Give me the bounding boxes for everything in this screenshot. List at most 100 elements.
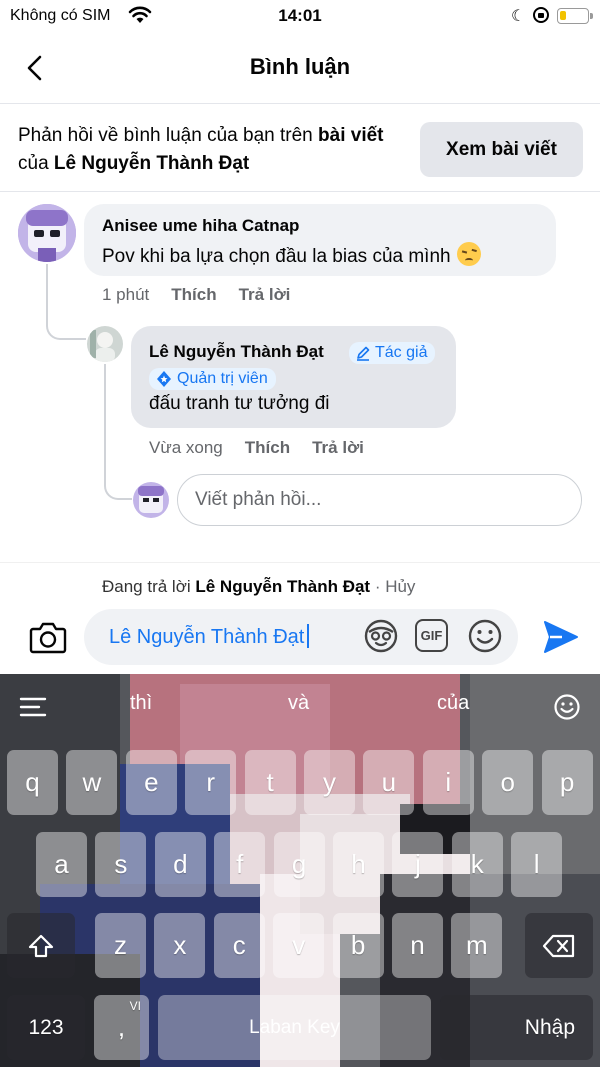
comment-text: Pov khi ba lựa chọn đầu la bias của mình xyxy=(102,242,481,268)
space-key[interactable]: Laban Key xyxy=(158,995,431,1060)
battery-icon xyxy=(557,8,593,24)
banner-of: của xyxy=(18,153,54,174)
reply-input[interactable]: Viết phản hồi... xyxy=(177,474,582,526)
menu-icon[interactable] xyxy=(19,696,47,718)
comment-text-content: Pov khi ba lựa chọn đầu la bias của mình xyxy=(102,246,451,267)
comma-key[interactable]: , VI xyxy=(94,995,149,1060)
key-o[interactable]: o xyxy=(482,750,534,815)
avatar[interactable] xyxy=(87,326,123,362)
author-badge: Tác giả xyxy=(349,342,436,364)
key-r[interactable]: r xyxy=(185,750,237,815)
avatar-image xyxy=(87,326,123,362)
emoji-keyboard-icon[interactable] xyxy=(553,693,581,721)
avatar-image xyxy=(133,482,169,518)
gif-label: GIF xyxy=(420,628,443,643)
camera-icon[interactable] xyxy=(29,620,67,654)
replying-separator: · xyxy=(370,577,386,596)
enter-key[interactable]: Nhập xyxy=(440,995,593,1060)
header: Bình luận xyxy=(0,34,600,104)
do-not-disturb-icon: ☾ xyxy=(511,8,526,25)
key-t[interactable]: t xyxy=(244,750,296,815)
key-x[interactable]: x xyxy=(154,913,206,978)
key-l[interactable]: l xyxy=(511,832,563,897)
key-p[interactable]: p xyxy=(541,750,593,815)
key-e[interactable]: e xyxy=(125,750,177,815)
gif-icon[interactable]: GIF xyxy=(415,619,448,652)
page-title: Bình luận xyxy=(249,54,351,79)
suggestion-bar: thì và của xyxy=(0,674,600,736)
comment-input[interactable]: Lê Nguyễn Thành Đạt GIF xyxy=(84,609,518,665)
status-bar: Không có SIM 14:01 ☾ xyxy=(0,0,600,34)
comment-author[interactable]: Lê Nguyễn Thành Đạt xyxy=(149,342,324,362)
reply-button[interactable]: Trả lời xyxy=(312,438,364,457)
cancel-reply-button[interactable]: Hủy xyxy=(385,577,415,596)
emoji-icon[interactable] xyxy=(467,618,503,654)
comment-time: 1 phút xyxy=(102,285,150,304)
key-n[interactable]: n xyxy=(392,913,443,978)
avatar-image xyxy=(18,204,76,262)
comment-input-value[interactable]: Lê Nguyễn Thành Đạt xyxy=(109,624,310,649)
reply-button[interactable]: Trả lời xyxy=(239,285,291,304)
pensive-face-icon xyxy=(456,242,481,266)
key-h[interactable]: h xyxy=(333,832,384,897)
backspace-icon xyxy=(542,934,575,957)
comment-actions: Vừa xong Thích Trả lời xyxy=(149,438,386,458)
key-v[interactable]: v xyxy=(273,913,325,978)
key-f[interactable]: f xyxy=(214,832,266,897)
comment-bubble[interactable]: Anisee ume hiha Catnap Pov khi ba lựa ch… xyxy=(84,204,556,276)
avatar[interactable] xyxy=(18,204,76,262)
suggestion-3[interactable]: của xyxy=(437,692,469,715)
battery-fill xyxy=(560,11,567,20)
key-i[interactable]: i xyxy=(422,750,474,815)
key-m[interactable]: m xyxy=(451,913,503,978)
suggestion-1[interactable]: thì xyxy=(130,692,152,715)
key-g[interactable]: g xyxy=(273,832,325,897)
author-badge-label: Tác giả xyxy=(375,344,428,361)
key-z[interactable]: z xyxy=(95,913,146,978)
key-k[interactable]: k xyxy=(451,832,503,897)
key-q[interactable]: q xyxy=(7,750,58,815)
comment-input-text: Lê Nguyễn Thành Đạt xyxy=(109,626,305,648)
numbers-key[interactable]: 123 xyxy=(7,995,85,1060)
comment-text: đấu tranh tư tưởng đi xyxy=(149,393,330,414)
pencil-icon xyxy=(357,346,370,361)
admin-shield-icon xyxy=(157,371,171,387)
avatar xyxy=(133,482,169,518)
key-a[interactable]: a xyxy=(36,832,87,897)
like-button[interactable]: Thích xyxy=(171,285,216,304)
key-u[interactable]: u xyxy=(363,750,415,815)
replying-to-bar: Đang trả lời Lê Nguyễn Thành Đạt · Hủy xyxy=(102,577,415,597)
key-c[interactable]: c xyxy=(213,913,265,978)
like-button[interactable]: Thích xyxy=(245,438,290,457)
banner-post-owner: Lê Nguyễn Thành Đạt xyxy=(53,153,250,174)
comment-actions: 1 phút Thích Trả lời xyxy=(102,285,312,305)
banner-text: Phản hồi về bình luận của bạn trên bài v… xyxy=(18,122,398,178)
key-y[interactable]: y xyxy=(304,750,355,815)
send-icon[interactable] xyxy=(542,619,580,655)
language-hint: VI xyxy=(129,999,141,1013)
banner-post-link: bài viết xyxy=(318,125,384,146)
shift-icon xyxy=(28,934,54,957)
key-j[interactable]: j xyxy=(392,832,444,897)
admin-badge-label: Quản trị viên xyxy=(177,370,268,387)
reply-context-banner: Phản hồi về bình luận của bạn trên bài v… xyxy=(0,104,600,192)
key-w[interactable]: w xyxy=(66,750,118,815)
avatar-sticker-icon[interactable] xyxy=(363,618,399,654)
comma-key-label: , xyxy=(117,1012,126,1042)
key-b[interactable]: b xyxy=(332,913,384,978)
banner-prefix: Phản hồi về bình luận của bạn trên xyxy=(18,125,319,146)
view-post-button[interactable]: Xem bài viết xyxy=(420,122,583,177)
clock: 14:01 xyxy=(278,6,322,25)
comment-author[interactable]: Anisee ume hiha Catnap xyxy=(102,216,299,236)
suggestion-2[interactable]: và xyxy=(288,692,309,715)
replying-to-name: Lê Nguyễn Thành Đạt xyxy=(195,577,371,596)
delete-key[interactable] xyxy=(525,913,593,978)
text-caret xyxy=(307,624,310,648)
key-s[interactable]: s xyxy=(95,832,147,897)
comment-bubble[interactable]: Lê Nguyễn Thành Đạt Tác giả Quản trị viê… xyxy=(131,326,456,428)
shift-key[interactable] xyxy=(7,913,75,978)
key-d[interactable]: d xyxy=(154,832,206,897)
thread-line xyxy=(104,364,132,500)
orientation-lock-icon xyxy=(533,7,549,23)
admin-badge: Quản trị viên xyxy=(149,368,276,390)
